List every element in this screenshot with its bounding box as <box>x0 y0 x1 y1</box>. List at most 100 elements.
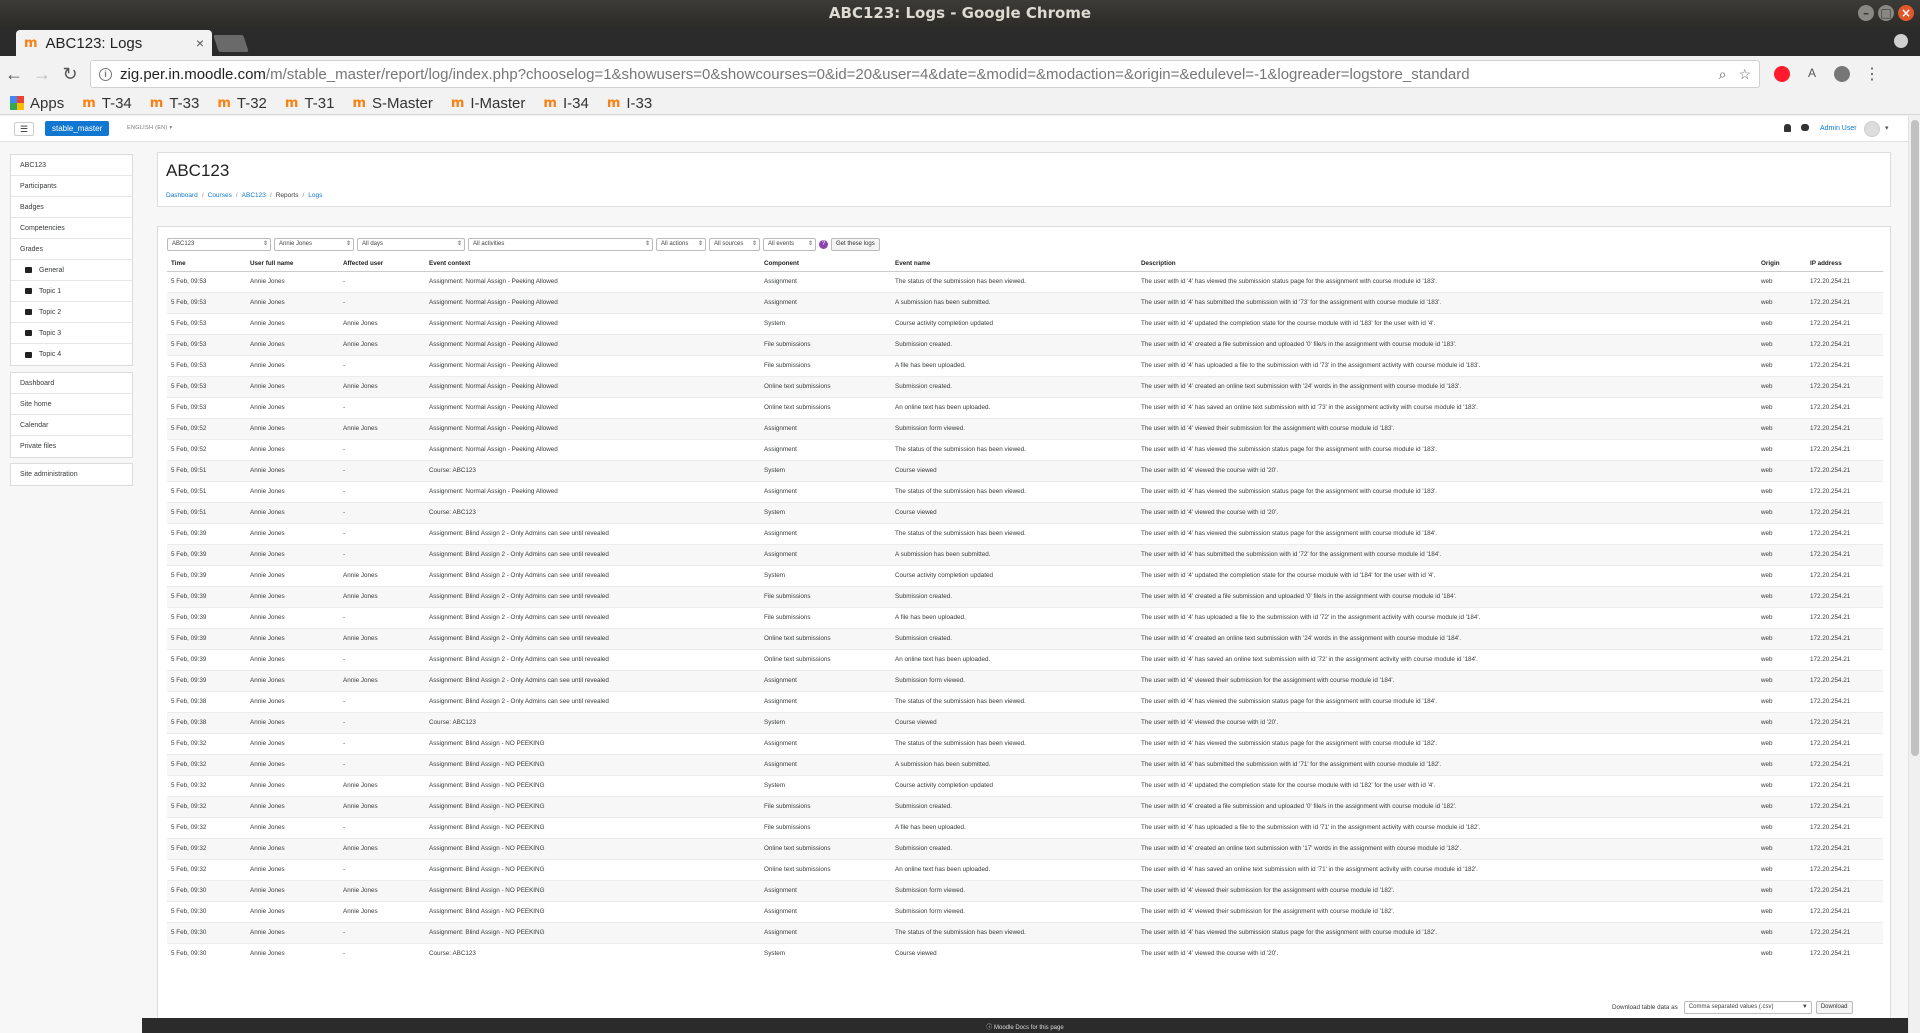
cell-event-name[interactable]: A submission has been submitted. <box>891 753 1137 775</box>
bookmark-item[interactable]: m I-34 <box>543 95 588 112</box>
cell-event-context[interactable]: Assignment: Normal Assign - Peeking Allo… <box>425 375 760 397</box>
cell-user-full-name[interactable]: Annie Jones <box>246 375 339 397</box>
bookmark-item[interactable]: m T-31 <box>285 95 335 112</box>
cell-ip-address[interactable]: 172.20.254.21 <box>1806 774 1883 796</box>
cell-event-context[interactable]: Assignment: Blind Assign 2 - Only Admins… <box>425 648 760 670</box>
cell-event-name[interactable]: Course viewed <box>891 501 1137 523</box>
cell-event-name[interactable]: Submission form viewed. <box>891 900 1137 922</box>
sidebar-item-site-home[interactable]: Site home <box>11 394 132 415</box>
cell-event-name[interactable]: The status of the submission has been vi… <box>891 522 1137 544</box>
cell-event-name[interactable]: A submission has been submitted. <box>891 543 1137 565</box>
date-select[interactable]: All days <box>357 238 465 251</box>
cell-event-context[interactable]: Assignment: Blind Assign - NO PEEKING <box>425 795 760 817</box>
cell-ip-address[interactable]: 172.20.254.21 <box>1806 543 1883 565</box>
cell-ip-address[interactable]: 172.20.254.21 <box>1806 648 1883 670</box>
cell-event-context[interactable]: Assignment: Blind Assign - NO PEEKING <box>425 753 760 775</box>
cell-affected-user[interactable]: Annie Jones <box>339 879 425 901</box>
page-scrollbar[interactable] <box>1908 116 1920 1033</box>
cell-event-context[interactable]: Assignment: Normal Assign - Peeking Allo… <box>425 396 760 418</box>
cell-event-name[interactable]: Course activity completion updated <box>891 564 1137 586</box>
settings-extension-icon[interactable] <box>1834 66 1850 82</box>
breadcrumb-dashboard[interactable]: Dashboard <box>166 192 198 199</box>
cell-event-name[interactable]: The status of the submission has been vi… <box>891 270 1137 292</box>
cell-event-context[interactable]: Assignment: Blind Assign - NO PEEKING <box>425 900 760 922</box>
sidebar-item-dashboard[interactable]: Dashboard <box>11 373 132 394</box>
breadcrumb-abc123[interactable]: ABC123 <box>242 192 266 199</box>
forward-arrow-icon[interactable]: → <box>28 64 56 85</box>
get-logs-button[interactable]: Get these logs <box>831 238 880 251</box>
bookmark-item[interactable]: m T-34 <box>82 95 132 112</box>
cell-event-context[interactable]: Assignment: Blind Assign - NO PEEKING <box>425 921 760 943</box>
new-tab-button[interactable] <box>213 35 249 52</box>
cell-affected-user[interactable]: Annie Jones <box>339 312 425 334</box>
zoom-icon[interactable]: ⌕ <box>1719 66 1727 83</box>
events-select[interactable]: All events <box>763 238 816 251</box>
cell-user-full-name[interactable]: Annie Jones <box>246 459 339 481</box>
cell-user-full-name[interactable]: Annie Jones <box>246 690 339 712</box>
cell-event-name[interactable]: Submission created. <box>891 585 1137 607</box>
scrollbar-thumb[interactable] <box>1911 120 1919 756</box>
cell-event-name[interactable]: The status of the submission has been vi… <box>891 921 1137 943</box>
bookmark-item[interactable]: m T-32 <box>217 95 267 112</box>
actions-select[interactable]: All actions <box>656 238 706 251</box>
maximize-button[interactable]: □ <box>1878 5 1894 21</box>
column-header-time[interactable]: Time <box>167 257 246 272</box>
cell-event-context[interactable]: Course: ABC123 <box>425 501 760 523</box>
cell-event-name[interactable]: Submission created. <box>891 837 1137 859</box>
cell-event-name[interactable]: A file has been uploaded. <box>891 606 1137 628</box>
cell-event-name[interactable]: Course viewed <box>891 711 1137 733</box>
cell-ip-address[interactable]: 172.20.254.21 <box>1806 795 1883 817</box>
cell-event-name[interactable]: Course viewed <box>891 942 1137 964</box>
cell-ip-address[interactable]: 172.20.254.21 <box>1806 312 1883 334</box>
cell-event-context[interactable]: Assignment: Normal Assign - Peeking Allo… <box>425 333 760 355</box>
cell-ip-address[interactable]: 172.20.254.21 <box>1806 564 1883 586</box>
sidebar-item-badges[interactable]: Badges <box>11 197 132 218</box>
cell-ip-address[interactable]: 172.20.254.21 <box>1806 585 1883 607</box>
cell-user-full-name[interactable]: Annie Jones <box>246 270 339 292</box>
cell-event-name[interactable]: Course activity completion updated <box>891 312 1137 334</box>
language-menu[interactable]: ENGLISH (EN) ▾ <box>127 125 172 131</box>
cell-user-full-name[interactable]: Annie Jones <box>246 417 339 439</box>
cell-user-full-name[interactable]: Annie Jones <box>246 333 339 355</box>
cell-event-name[interactable]: Submission form viewed. <box>891 669 1137 691</box>
cell-ip-address[interactable]: 172.20.254.21 <box>1806 501 1883 523</box>
cell-ip-address[interactable]: 172.20.254.21 <box>1806 942 1883 964</box>
cell-user-full-name[interactable]: Annie Jones <box>246 543 339 565</box>
opera-extension-icon[interactable] <box>1774 66 1790 82</box>
close-window-button[interactable]: × <box>1898 5 1914 21</box>
cell-user-full-name[interactable]: Annie Jones <box>246 648 339 670</box>
cell-affected-user[interactable]: Annie Jones <box>339 669 425 691</box>
cell-event-name[interactable]: The status of the submission has been vi… <box>891 732 1137 754</box>
address-bar[interactable]: i zig.per.in.moodle.com/m/stable_master/… <box>90 60 1760 88</box>
translate-extension-icon[interactable]: A <box>1804 66 1820 82</box>
sidebar-item-topic-1[interactable]: Topic 1 <box>11 281 132 302</box>
cell-affected-user[interactable]: Annie Jones <box>339 837 425 859</box>
cell-event-name[interactable]: The status of the submission has been vi… <box>891 690 1137 712</box>
cell-event-context[interactable]: Assignment: Blind Assign 2 - Only Admins… <box>425 543 760 565</box>
sidebar-item-abc123[interactable]: ABC123 <box>11 155 132 176</box>
cell-ip-address[interactable]: 172.20.254.21 <box>1806 921 1883 943</box>
profile-icon[interactable] <box>1894 34 1908 48</box>
cell-event-name[interactable]: An online text has been uploaded. <box>891 648 1137 670</box>
cell-ip-address[interactable]: 172.20.254.21 <box>1806 606 1883 628</box>
cell-user-full-name[interactable]: Annie Jones <box>246 606 339 628</box>
cell-user-full-name[interactable]: Annie Jones <box>246 564 339 586</box>
cell-event-name[interactable]: Submission created. <box>891 375 1137 397</box>
cell-event-context[interactable]: Assignment: Normal Assign - Peeking Allo… <box>425 270 760 292</box>
caret-down-icon[interactable]: ▾ <box>1885 124 1889 132</box>
cell-ip-address[interactable]: 172.20.254.21 <box>1806 732 1883 754</box>
sidebar-item-topic-2[interactable]: Topic 2 <box>11 302 132 323</box>
sidebar-item-private-files[interactable]: Private files <box>11 436 132 457</box>
column-header-ip-address[interactable]: IP address <box>1806 257 1883 272</box>
reload-icon[interactable]: ↻ <box>56 64 84 85</box>
cell-affected-user[interactable]: Annie Jones <box>339 333 425 355</box>
cell-event-name[interactable]: A submission has been submitted. <box>891 291 1137 313</box>
cell-event-context[interactable]: Assignment: Blind Assign 2 - Only Admins… <box>425 522 760 544</box>
cell-user-full-name[interactable]: Annie Jones <box>246 396 339 418</box>
sidebar-item-participants[interactable]: Participants <box>11 176 132 197</box>
cell-event-name[interactable]: Submission created. <box>891 333 1137 355</box>
user-menu-name[interactable]: Admin User <box>1820 125 1857 132</box>
cell-ip-address[interactable]: 172.20.254.21 <box>1806 438 1883 460</box>
cell-user-full-name[interactable]: Annie Jones <box>246 774 339 796</box>
cell-event-context[interactable]: Assignment: Normal Assign - Peeking Allo… <box>425 291 760 313</box>
